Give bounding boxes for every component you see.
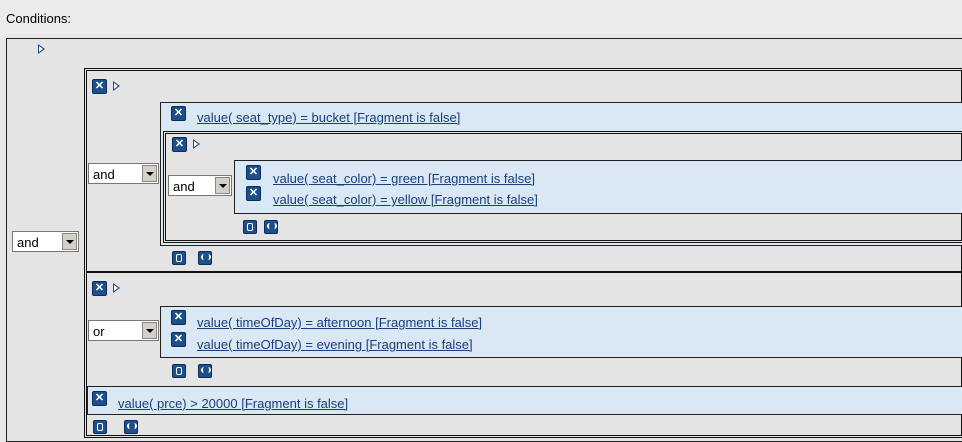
remove-group2-icon[interactable]: ✕	[92, 281, 107, 296]
conditions-header	[0, 0, 962, 34]
condition-time-afternoon[interactable]: value( timeOfDay) = afternoon [Fragment …	[197, 315, 482, 330]
subgroup-operator-select[interactable]: and	[168, 175, 232, 196]
group1-operator-select[interactable]: and	[88, 163, 159, 184]
remove-afternoon-icon[interactable]: ✕	[171, 310, 186, 325]
remove-group1-icon[interactable]: ✕	[92, 79, 107, 94]
add-group-icon[interactable]	[198, 364, 212, 378]
group-divider	[87, 271, 962, 273]
add-group-icon[interactable]	[124, 420, 138, 434]
subgroup-expand-icon[interactable]	[193, 139, 200, 149]
condition-seat-color-yellow[interactable]: value( seat_color) = yellow [Fragment is…	[273, 192, 538, 207]
conditions-label: Conditions:	[6, 11, 72, 26]
group2-operator-select[interactable]: or	[88, 320, 159, 341]
chevron-down-icon[interactable]	[62, 233, 77, 250]
condition-price[interactable]: value( prce) > 20000 [Fragment is false]	[118, 396, 348, 411]
remove-green-icon[interactable]: ✕	[246, 165, 261, 180]
add-group-icon[interactable]	[264, 220, 278, 234]
add-condition-icon[interactable]	[93, 420, 107, 434]
add-condition-icon[interactable]	[243, 220, 257, 234]
condition-seat-type[interactable]: value( seat_type) = bucket [Fragment is …	[197, 110, 460, 125]
chevron-down-icon[interactable]	[142, 165, 157, 182]
remove-subgroup-icon[interactable]: ✕	[172, 137, 187, 152]
add-condition-icon[interactable]	[172, 251, 186, 265]
add-group-icon[interactable]	[198, 251, 212, 265]
remove-price-icon[interactable]: ✕	[92, 391, 107, 406]
remove-yellow-icon[interactable]: ✕	[246, 186, 261, 201]
chevron-down-icon[interactable]	[215, 177, 230, 194]
group2-expand-icon[interactable]	[113, 283, 120, 293]
add-condition-icon[interactable]	[172, 364, 186, 378]
remove-seat-type-icon[interactable]: ✕	[171, 106, 186, 121]
condition-seat-color-green[interactable]: value( seat_color) = green [Fragment is …	[273, 171, 535, 186]
chevron-down-icon[interactable]	[142, 322, 157, 339]
root-expand-icon[interactable]	[38, 44, 45, 54]
group1-expand-icon[interactable]	[113, 81, 120, 91]
remove-evening-icon[interactable]: ✕	[171, 332, 186, 347]
root-operator-select[interactable]: and	[12, 231, 79, 252]
condition-time-evening[interactable]: value( timeOfDay) = evening [Fragment is…	[197, 337, 473, 352]
